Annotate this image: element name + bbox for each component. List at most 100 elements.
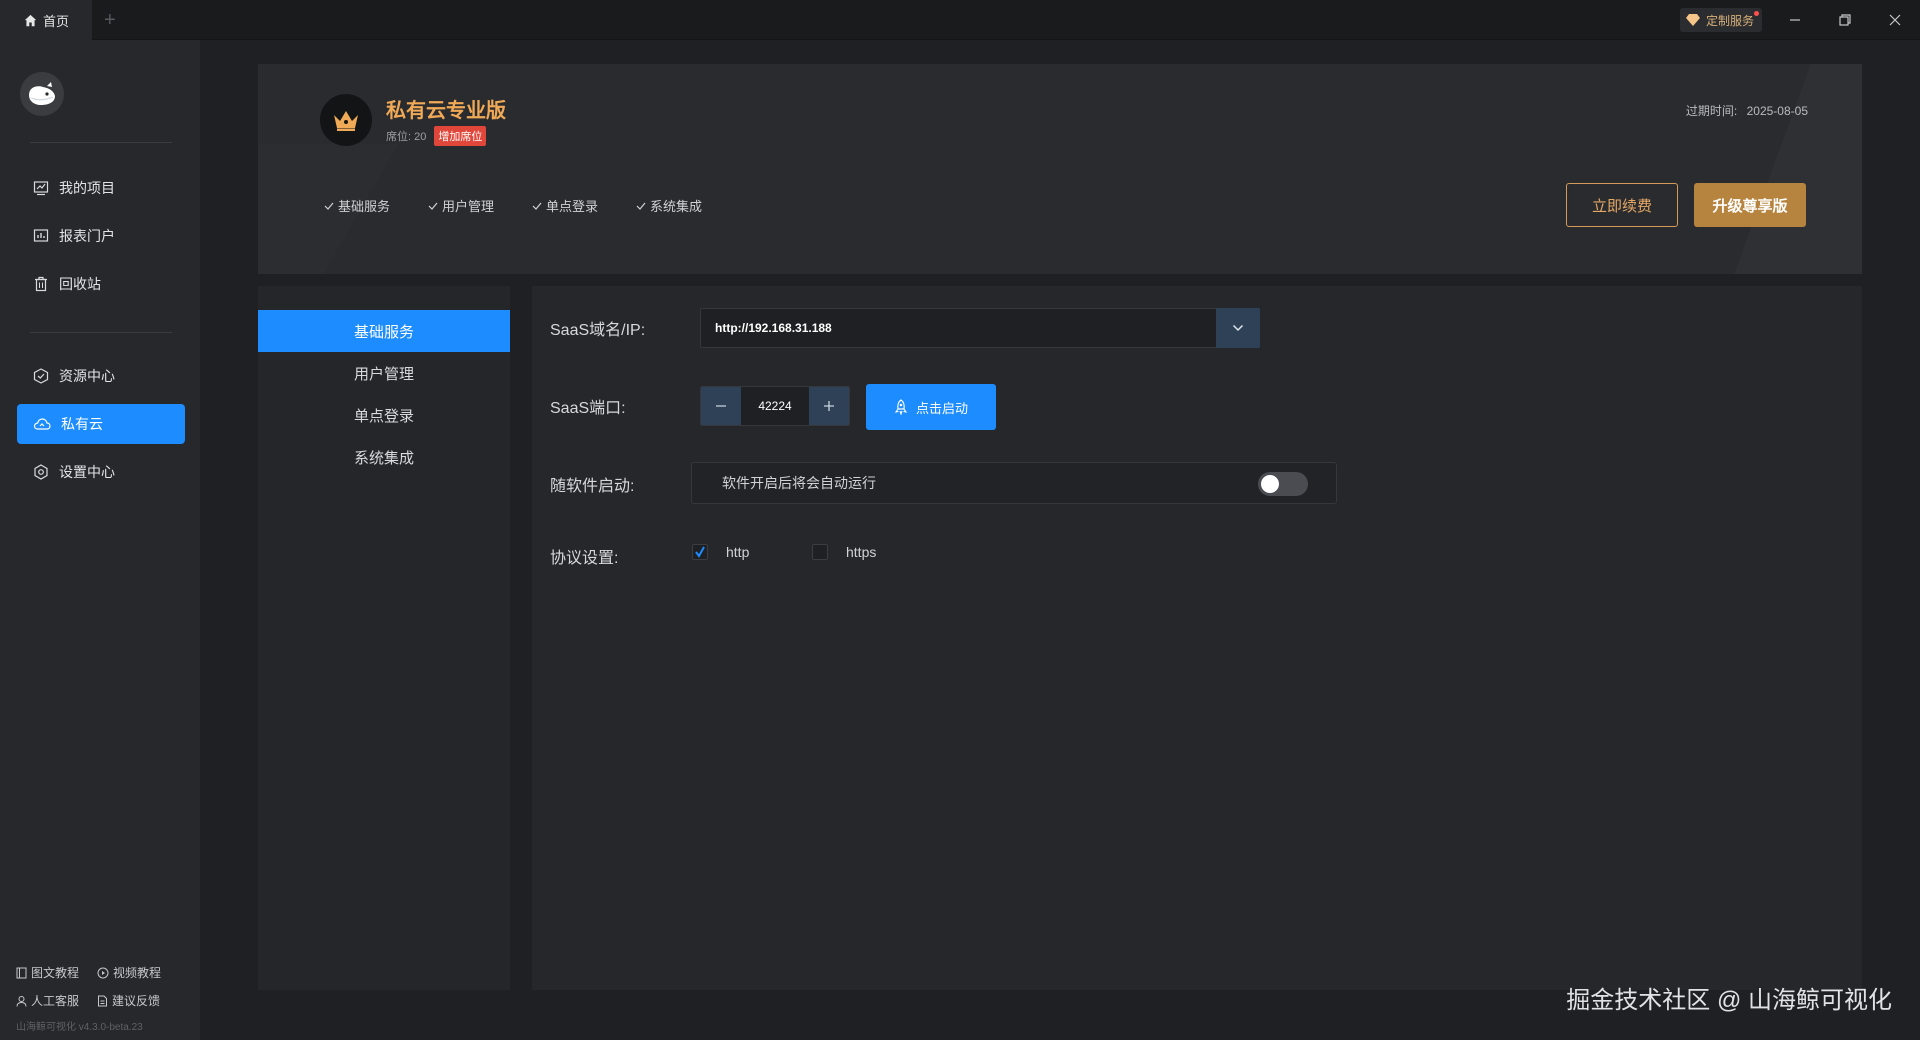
chevron-down-icon	[1232, 324, 1244, 332]
add-seat-button[interactable]: 增加席位	[434, 126, 487, 146]
minimize-icon	[1790, 19, 1800, 21]
close-icon	[1889, 14, 1901, 26]
customer-service-label: 人工客服	[31, 994, 80, 1008]
feature-item: 单点登录	[532, 196, 598, 215]
project-icon	[33, 181, 49, 196]
seat-info: 席位: 20 增加席位	[386, 126, 487, 146]
sidebar-item-settings-center[interactable]: 设置中心	[17, 452, 185, 492]
trash-icon	[35, 276, 47, 292]
check-icon	[324, 202, 334, 210]
watermark-text: 掘金技术社区 @ 山海鲸可视化	[1566, 987, 1892, 1014]
home-icon	[24, 14, 37, 26]
protocol-label: 协议设置:	[550, 550, 619, 567]
basic-service-panel: SaaS域名/IP: http://192.168.31.188 SaaS端口:…	[532, 286, 1862, 990]
restore-button[interactable]	[1822, 0, 1868, 40]
seat-count: 席位: 20	[386, 131, 427, 143]
expire-date: 2025-08-05	[1746, 104, 1808, 118]
submenu-item-system-integration[interactable]: 系统集成	[258, 436, 510, 478]
custom-service-button[interactable]: 定制服务	[1680, 8, 1763, 32]
sidebar-item-my-projects[interactable]: 我的项目	[17, 168, 185, 208]
upgrade-button[interactable]: 升级尊享版	[1694, 183, 1806, 227]
feedback-link[interactable]: 建议反馈	[97, 992, 160, 1009]
settings-icon	[34, 464, 48, 480]
feature-list: 基础服务 用户管理 单点登录 系统集成	[324, 196, 702, 215]
start-service-button[interactable]: 点击启动	[866, 384, 996, 430]
settings-submenu: 基础服务 用户管理 单点登录 系统集成	[258, 286, 510, 990]
tab-home-label: 首页	[43, 13, 70, 29]
toggle-knob	[1261, 475, 1279, 493]
protocol-option-http[interactable]: http	[692, 544, 792, 560]
expire-label: 过期时间:	[1685, 104, 1738, 118]
sidebar-item-label: 设置中心	[59, 464, 115, 480]
renew-button[interactable]: 立即续费	[1566, 183, 1678, 227]
feedback-icon	[98, 995, 108, 1006]
plus-icon	[824, 401, 834, 411]
minimize-button[interactable]	[1772, 0, 1818, 40]
graphic-tutorial-label: 图文教程	[31, 966, 80, 980]
submenu-item-user-management[interactable]: 用户管理	[258, 352, 510, 394]
feature-label: 系统集成	[650, 199, 703, 214]
https-label: https	[846, 544, 877, 560]
sidebar-item-private-cloud[interactable]: 私有云	[17, 404, 185, 444]
autostart-field: 软件开启后将会自动运行	[691, 462, 1337, 504]
port-decrement-button[interactable]	[701, 387, 741, 425]
https-checkbox[interactable]	[812, 544, 828, 560]
customer-service-link[interactable]: 人工客服	[16, 992, 79, 1009]
feature-label: 单点登录	[546, 199, 599, 214]
sidebar-item-recycle-bin[interactable]: 回收站	[17, 264, 185, 304]
autostart-toggle[interactable]	[1258, 472, 1308, 496]
add-tab-button[interactable]: +	[104, 8, 116, 32]
autostart-description: 软件开启后将会自动运行	[722, 475, 876, 491]
restore-icon	[1839, 14, 1851, 26]
submenu-item-sso[interactable]: 单点登录	[258, 394, 510, 436]
user-icon	[16, 995, 27, 1007]
expire-info: 过期时间: 2025-08-05	[1686, 102, 1808, 119]
feature-label: 基础服务	[338, 199, 391, 214]
autostart-label: 随软件启动:	[550, 478, 635, 495]
http-checkbox[interactable]	[692, 544, 708, 560]
crown-icon	[334, 111, 358, 131]
sidebar: 我的项目 报表门户 回收站 资源中心 私有云 设置中心 图文教程 视频教程 人工…	[0, 40, 200, 1040]
minus-icon	[716, 405, 726, 407]
sidebar-divider	[30, 332, 172, 333]
version-text: 山海鲸可视化 v4.3.0-beta.23	[16, 1022, 143, 1033]
custom-service-label: 定制服务	[1706, 13, 1755, 28]
tab-home[interactable]: 首页	[0, 0, 92, 40]
graphic-tutorial-link[interactable]: 图文教程	[16, 964, 79, 981]
check-icon	[532, 202, 542, 210]
resource-icon	[33, 368, 49, 384]
cloud-icon	[33, 418, 51, 430]
check-icon	[636, 202, 646, 210]
video-tutorial-link[interactable]: 视频教程	[97, 964, 161, 981]
protocol-options: http https	[692, 544, 912, 560]
protocol-option-https[interactable]: https	[812, 544, 912, 560]
sidebar-item-label: 回收站	[59, 276, 101, 292]
checkmark-icon	[695, 546, 705, 558]
feature-item: 用户管理	[428, 196, 494, 215]
sidebar-item-report-portal[interactable]: 报表门户	[17, 216, 185, 256]
submenu-item-basic-service[interactable]: 基础服务	[258, 310, 510, 352]
sidebar-item-label: 资源中心	[59, 368, 115, 384]
notification-dot	[1754, 11, 1760, 16]
video-tutorial-label: 视频教程	[113, 966, 162, 980]
whale-logo-icon	[29, 82, 55, 105]
header-decoration	[1723, 64, 1862, 274]
feature-label: 用户管理	[442, 199, 495, 214]
http-label: http	[726, 544, 750, 560]
feature-item: 系统集成	[636, 196, 702, 215]
sidebar-item-label: 报表门户	[59, 228, 115, 244]
sidebar-item-label: 我的项目	[59, 180, 115, 196]
port-increment-button[interactable]	[809, 387, 849, 425]
title-bar: 首页 + 定制服务	[0, 0, 1920, 40]
sidebar-item-label: 私有云	[61, 416, 103, 432]
domain-value: http://192.168.31.188	[715, 321, 832, 335]
diamond-icon	[1686, 14, 1700, 26]
port-input[interactable]: 42224	[741, 387, 809, 425]
domain-select[interactable]: http://192.168.31.188	[700, 308, 1260, 348]
sidebar-item-resource-center[interactable]: 资源中心	[17, 356, 185, 396]
app-logo[interactable]	[20, 72, 64, 116]
plan-title: 私有云专业版	[386, 100, 506, 122]
close-button[interactable]	[1872, 0, 1918, 40]
domain-dropdown-button[interactable]	[1216, 308, 1260, 348]
report-icon	[33, 229, 49, 242]
